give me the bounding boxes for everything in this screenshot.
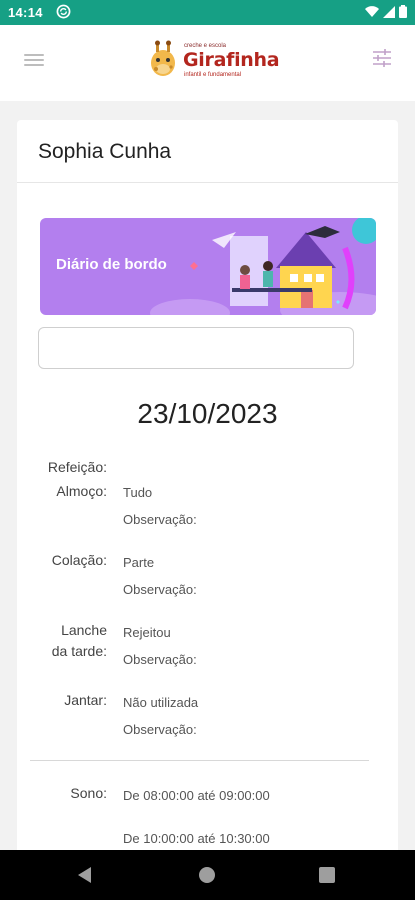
status-time: 14:14 (8, 5, 43, 20)
back-icon[interactable] (78, 867, 91, 883)
recent-apps-icon[interactable] (319, 867, 335, 883)
student-name: Sophia Cunha (38, 140, 172, 163)
search-input[interactable] (38, 327, 354, 369)
student-diary-card: Sophia Cunha Diário de bordo 23/10/2023 … (17, 120, 398, 860)
menu-icon[interactable] (24, 51, 44, 69)
meal-observation-label: Observação: (123, 582, 197, 597)
meal-value-colacao: Parte (123, 555, 155, 570)
filter-sliders-icon[interactable] (371, 47, 393, 69)
meal-label-jantar: Jantar: (64, 692, 107, 708)
battery-icon (399, 5, 407, 18)
meal-label-lanche-line2: da tarde: (51, 643, 107, 659)
meal-value-jantar: Não utilizada (123, 695, 199, 710)
meal-value-almoco: Tudo (123, 485, 153, 500)
meal-label-colacao: Colação: (51, 552, 107, 568)
meal-observation-label: Observação: (123, 722, 197, 737)
wifi-icon (365, 5, 379, 17)
divider (30, 760, 369, 761)
meal-observation-label: Observação: (123, 512, 197, 527)
banner-title: Diário de bordo (56, 256, 167, 273)
diary-date: 23/10/2023 (137, 398, 278, 429)
meal-label-almoco: Almoço: (56, 483, 107, 499)
sleep-label: Sono: (70, 785, 107, 801)
sleep-period: De 08:00:00 até 09:00:00 (123, 788, 270, 803)
divider (17, 182, 398, 183)
home-icon[interactable] (199, 867, 215, 883)
sync-icon (56, 4, 71, 19)
signal-icon (383, 5, 395, 18)
logo-name: Girafinha (183, 49, 280, 71)
meal-label-lanche: Lanche (61, 622, 107, 638)
meal-observation-label: Observação: (123, 652, 197, 667)
logo-subtitle: infantil e fundamental (184, 72, 242, 78)
diary-banner: Diário de bordo (40, 218, 376, 315)
school-logo: creche e escola Girafinha infantil e fun… (146, 39, 280, 83)
giraffe-logo-icon (151, 40, 175, 76)
status-bar: 14:14 (0, 0, 415, 25)
app-bar: creche e escola Girafinha infantil e fun… (0, 25, 415, 101)
meal-value-lanche: Rejeitou (123, 625, 171, 640)
system-nav-bar (0, 850, 415, 900)
sleep-period: De 10:00:00 até 10:30:00 (123, 831, 270, 846)
meals-heading: Refeição: (47, 459, 107, 475)
